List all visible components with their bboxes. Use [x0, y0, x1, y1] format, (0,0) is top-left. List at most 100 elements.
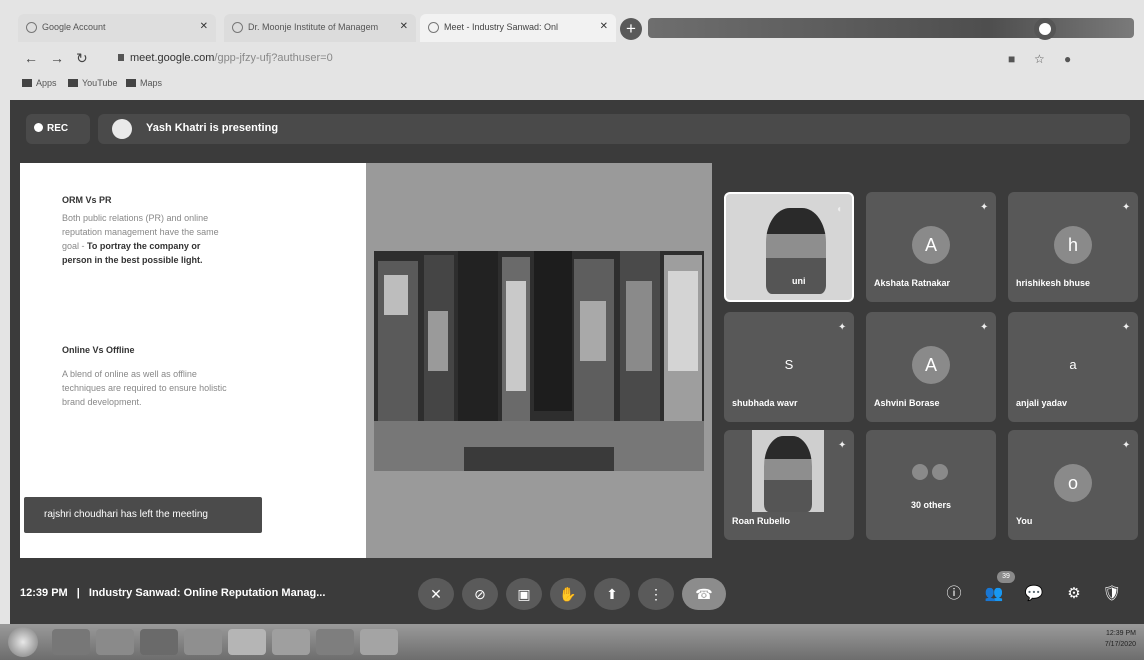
others-avatar [912, 464, 928, 480]
pin-icon[interactable]: ✦ [980, 202, 988, 213]
clock-time: 12:39 PM [1106, 630, 1136, 637]
url-path: /gpp-jfzy-ufj?authuser=0 [214, 52, 333, 64]
bookmark-youtube[interactable]: YouTube [68, 78, 117, 88]
app-icon[interactable] [272, 629, 310, 655]
skype-icon[interactable] [52, 629, 90, 655]
participant-tile[interactable]: ✦ A Ashvini Borase [866, 312, 996, 422]
pin-icon[interactable]: ✦ [838, 440, 846, 451]
bookmark-label: Maps [140, 78, 163, 88]
pin-icon[interactable]: ✦ [1122, 440, 1130, 451]
start-button[interactable] [8, 627, 38, 657]
more-options-button[interactable]: ⋮ [638, 578, 674, 610]
app-icon[interactable] [316, 629, 354, 655]
meeting-title: Industry Sanwad: Online Reputation Manag… [88, 587, 326, 599]
close-icon[interactable]: ✕ [600, 21, 608, 32]
participant-tile[interactable]: ◖ uni [724, 192, 854, 302]
camera-button[interactable]: ⊘ [462, 578, 498, 610]
participant-tile[interactable]: ✦ a anjali yadav [1008, 312, 1138, 422]
close-icon[interactable]: ✕ [400, 21, 408, 32]
participant-face [764, 436, 812, 512]
city-image [374, 251, 704, 471]
camera-off-icon: ⊘ [474, 586, 486, 602]
close-icon[interactable]: ✕ [200, 21, 208, 32]
participant-name: Roan Rubello [732, 516, 790, 526]
rec-label: REC [47, 123, 69, 134]
tab-label: Google Account [42, 22, 106, 32]
present-button[interactable]: ⬆ [594, 578, 630, 610]
reload-icon[interactable]: ↻ [76, 50, 88, 67]
captions-button[interactable]: ▣ [506, 578, 542, 610]
account-icon[interactable]: ● [1064, 52, 1071, 66]
participant-name: hrishikesh bhuse [1016, 278, 1091, 288]
raise-hand-button[interactable]: ✋ [550, 578, 586, 610]
internet-explorer-icon[interactable] [96, 629, 134, 655]
shared-screen: ORM Vs PR Both public relations (PR) and… [20, 163, 712, 558]
info-icon[interactable]: ⓘ [942, 582, 966, 606]
participant-tile-others[interactable]: 30 others [866, 430, 996, 540]
system-clock[interactable]: 12:39 PM 7/17/2020 [1105, 628, 1136, 650]
screen: Google Account ✕ Dr. Moonje Institute of… [0, 0, 1144, 660]
slide-paragraph: Both public relations (PR) and online re… [62, 211, 232, 267]
tab-label: Meet - Industry Sanwad: Onl [444, 22, 559, 32]
clock-date: 7/17/2020 [1104, 641, 1136, 648]
slide-image-panel [366, 163, 712, 558]
people-count-badge: 39 [997, 571, 1015, 583]
people-icon[interactable]: 👥 [982, 582, 1006, 606]
captions-icon: ▣ [517, 586, 531, 602]
bookmarks-bar: Apps YouTube Maps [0, 74, 1144, 96]
microphone-button[interactable]: ✕ [418, 578, 454, 610]
pin-icon[interactable]: ✦ [1122, 322, 1130, 333]
slide-paragraph: A blend of online as well as offline tec… [62, 369, 227, 407]
pin-icon[interactable]: ✦ [980, 322, 988, 333]
youtube-icon [68, 79, 78, 87]
phone-end-icon: ☎ [695, 586, 713, 602]
meet-window: REC Yash Khatri is presenting ORM Vs PR … [10, 100, 1144, 624]
participant-video [752, 430, 824, 512]
new-tab-button[interactable]: + [620, 18, 642, 40]
participant-tile[interactable]: ✦ Roan Rubello [724, 430, 854, 540]
chrome-icon[interactable] [228, 629, 266, 655]
meeting-details: 12:39 PM | Industry Sanwad: Online Reput… [20, 587, 325, 599]
pin-icon[interactable]: ✦ [838, 322, 846, 333]
tab-strip: Google Account ✕ Dr. Moonje Institute of… [0, 14, 1144, 46]
page-icon [232, 22, 243, 33]
meeting-time: 12:39 PM [20, 587, 68, 599]
tab-meet[interactable]: Meet - Industry Sanwad: Onl ✕ [420, 14, 616, 42]
participant-name: You [1016, 516, 1033, 526]
tab-dr-moonje[interactable]: Dr. Moonje Institute of Managem ✕ [224, 14, 416, 42]
profile-icon[interactable] [1034, 18, 1056, 40]
audio-icon: ◖ [836, 204, 843, 215]
star-icon[interactable]: ☆ [1034, 52, 1045, 66]
more-vertical-icon: ⋮ [649, 586, 663, 602]
host-controls-icon[interactable]: 🛡 [1100, 582, 1124, 606]
participant-tile-self[interactable]: ✦ o You [1008, 430, 1138, 540]
camera-icon[interactable]: ■ [1008, 52, 1015, 66]
pin-icon[interactable]: ✦ [1122, 202, 1130, 213]
participant-tile[interactable]: ✦ A Akshata Ratnakar [866, 192, 996, 302]
bookmark-apps[interactable]: Apps [22, 78, 57, 88]
bookmark-label: Apps [36, 78, 57, 88]
file-explorer-icon[interactable] [184, 629, 222, 655]
participant-tile[interactable]: ✦ S shubhada wavr [724, 312, 854, 422]
presenter-avatar [112, 119, 132, 139]
participant-avatar: A [912, 226, 950, 264]
back-icon[interactable]: ← [24, 50, 38, 66]
participant-name: shubhada wavr [732, 398, 798, 408]
participant-tile[interactable]: ✦ h hrishikesh bhuse [1008, 192, 1138, 302]
tab-bar-background [648, 18, 1134, 38]
url-field[interactable]: meet.google.com/gpp-jfzy-ufj?authuser=0 [118, 52, 333, 64]
app-icon[interactable] [360, 629, 398, 655]
participant-avatar: S [784, 357, 794, 372]
chat-icon[interactable]: 💬 [1022, 582, 1046, 606]
leave-call-button[interactable]: ☎ [682, 578, 726, 610]
powerpoint-icon[interactable] [140, 629, 178, 655]
participant-avatar: A [912, 346, 950, 384]
bookmark-maps[interactable]: Maps [126, 78, 162, 88]
activities-icon[interactable]: ⚙ [1062, 582, 1086, 606]
presenting-label: Yash Khatri is presenting [146, 122, 279, 134]
separator: | [76, 587, 80, 599]
maps-icon [126, 79, 136, 87]
tab-google-account[interactable]: Google Account ✕ [18, 14, 216, 42]
forward-icon[interactable]: → [50, 50, 64, 66]
url-host: meet.google.com [130, 52, 215, 64]
